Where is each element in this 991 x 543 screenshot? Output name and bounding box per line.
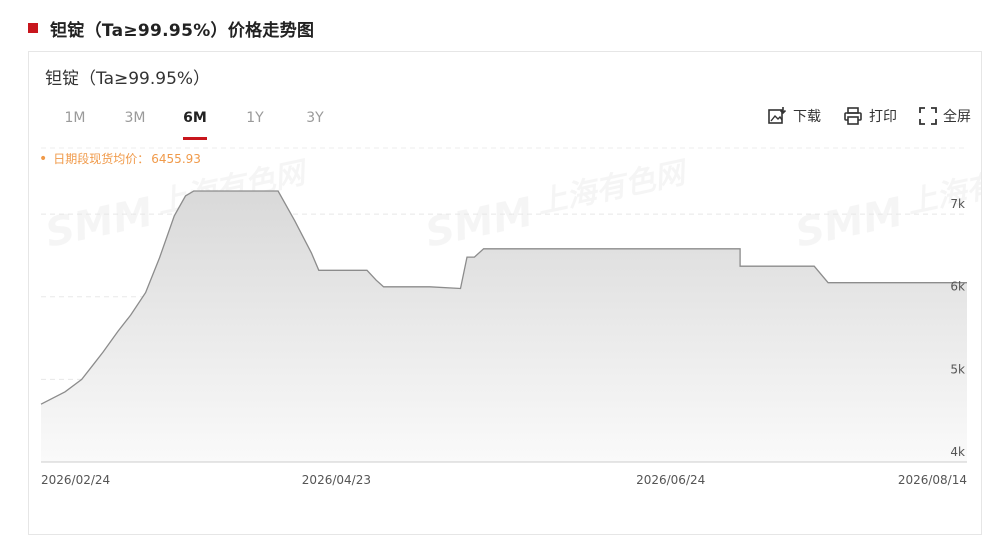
section-header: 钽锭（Ta≥99.95%）价格走势图 — [28, 14, 314, 42]
watermark-text: 上海有色网 — [904, 155, 981, 221]
section-marker — [28, 23, 38, 33]
x-tick-label: 2026/08/14 — [898, 473, 967, 487]
y-tick-label: 7k — [950, 197, 965, 211]
y-tick-label: 6k — [950, 280, 965, 294]
watermark-text: 上海有色网 — [534, 155, 692, 221]
watermark-logo: SMM — [42, 189, 158, 257]
x-tick-label: 2026/06/24 — [636, 473, 705, 487]
x-tick-label: 2026/04/23 — [302, 473, 371, 487]
chart-card: 钽锭（Ta≥99.95%） 1M 3M 6M 1Y 3Y 下载 打印 全屏 • … — [28, 51, 982, 535]
watermark-logo: SMM — [792, 189, 908, 257]
y-tick-label: 4k — [950, 445, 965, 459]
price-chart: SMM上海有色网SMM上海有色网SMM上海有色网 4k5k6k7k2026/02… — [40, 147, 981, 487]
section-title: 钽锭（Ta≥99.95%）价格走势图 — [50, 20, 315, 41]
y-tick-label: 5k — [950, 362, 965, 376]
x-tick-label: 2026/02/24 — [41, 473, 110, 487]
watermark-logo: SMM — [422, 189, 538, 257]
